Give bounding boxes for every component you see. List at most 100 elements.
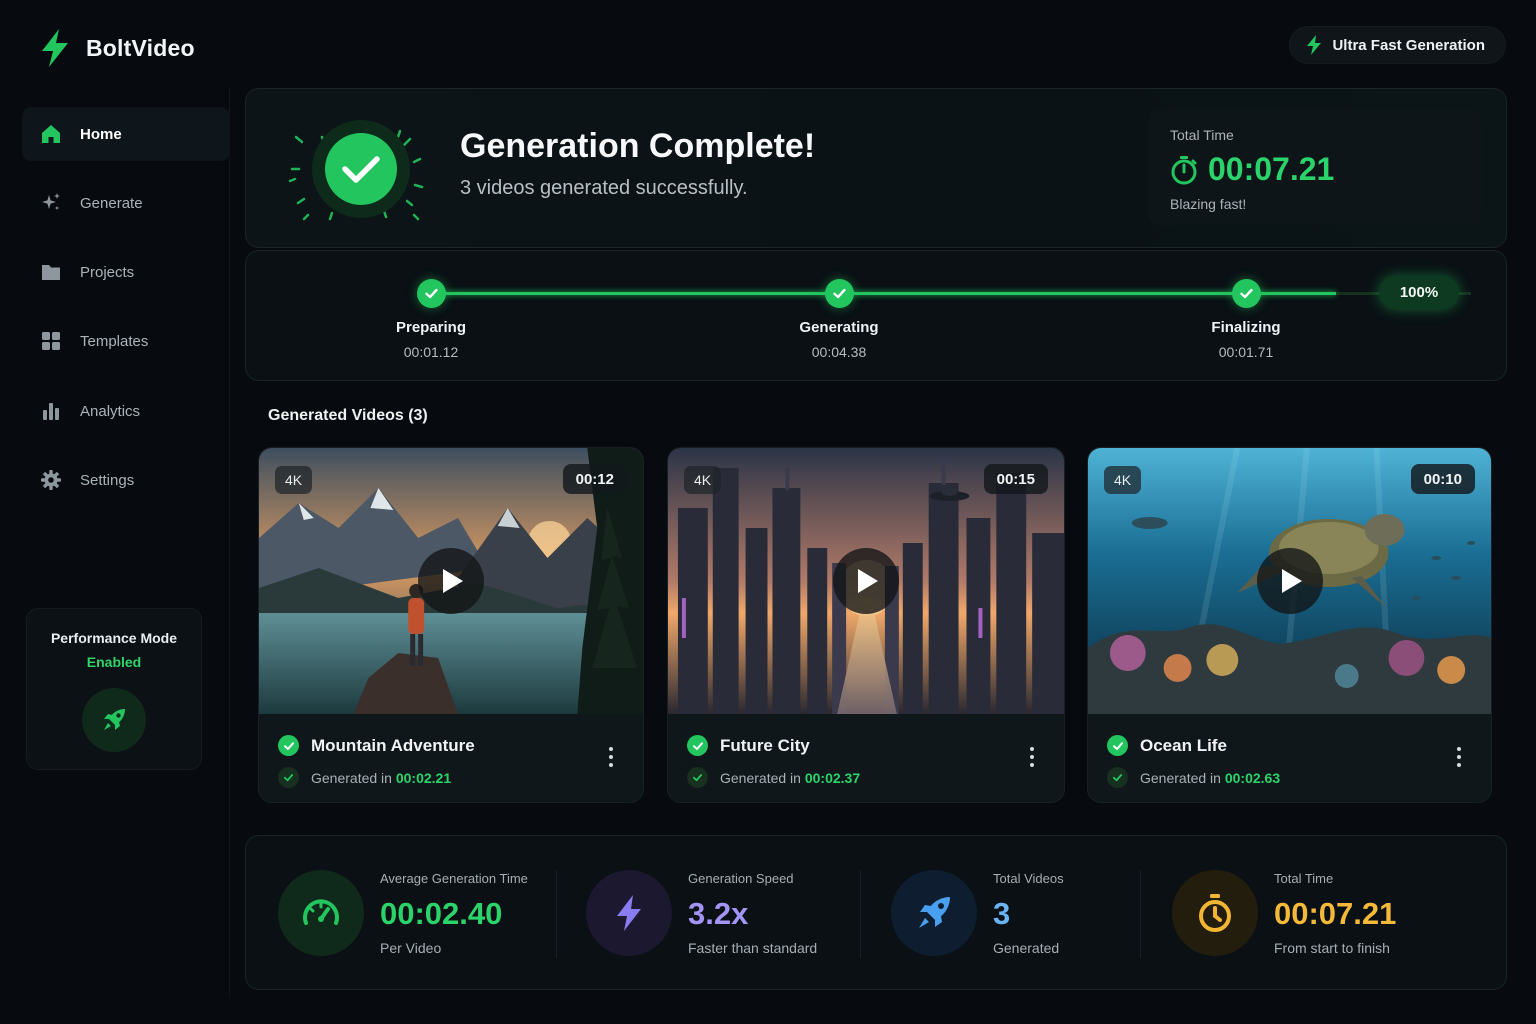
divider [1140,870,1141,958]
generated-label: Generated in [1140,769,1221,786]
video-title: Ocean Life [1140,735,1227,755]
divider [556,870,557,958]
total-time-value: 00:07.21 [1208,151,1335,187]
success-check-icon [278,735,299,756]
generated-label: Generated in [720,769,801,786]
generated-time: 00:02.21 [395,769,452,786]
bolt-icon [1307,35,1322,55]
play-button[interactable] [1256,548,1323,614]
step-time: 00:04.38 [811,344,867,360]
play-icon [443,569,463,593]
check-icon [832,288,846,299]
bolt-icon [617,895,641,931]
resolution-badge: 4K [684,466,722,494]
generated-videos-heading: Generated Videos (3) [268,407,428,424]
stat-icon-bg [891,870,977,956]
play-button[interactable] [833,548,899,614]
sidebar-item-label: Settings [80,471,135,489]
sparkle-icon [42,193,60,210]
stat-label: Total Time [1274,871,1334,886]
stat-note: Generated [993,940,1060,956]
bolt-logo-icon [42,29,68,67]
total-time-note: Blazing fast! [1170,196,1247,212]
video-card-mountain[interactable]: 4K 00:12 Mountain Adventure Generated in… [258,447,644,803]
total-time-panel: Total Time 00:07.21 Blazing fast! [1148,109,1482,225]
stat-icon-bg [586,870,672,956]
stat-value: 3.2x [688,896,749,931]
play-icon [1281,569,1302,593]
generation-progress: Preparing 00:01.12 Generating 00:04.38 F… [245,250,1507,381]
step-name: Generating [799,319,879,336]
generated-time: 00:02.63 [1224,769,1281,786]
rocket-icon [919,897,950,928]
sidebar-item-label: Analytics [80,402,141,420]
generated-time: 00:02.37 [804,769,861,786]
rocket-icon [104,709,125,730]
performance-mode-title: Performance Mode [50,630,178,646]
video-card-future-city[interactable]: 4K 00:15 Future City Generated in 00:02.… [667,447,1065,803]
step-time: 00:01.12 [403,344,459,360]
stat-label: Total Videos [993,871,1064,886]
speedometer-icon [303,899,339,925]
bar-chart-icon [43,403,59,420]
home-icon [42,125,60,143]
divider [860,870,861,958]
check-icon [687,767,708,788]
sidebar-item-projects[interactable]: Projects [22,245,230,299]
stats-bar: Average Generation Time 00:02.40 Per Vid… [245,835,1507,990]
check-icon [278,767,299,788]
step-generating: Generating 00:04.38 [759,279,919,360]
step-check [416,279,446,308]
step-finalizing: Finalizing 00:01.71 [1166,279,1326,360]
folder-icon [42,265,60,280]
stat-note: Per Video [380,940,442,956]
check-icon [424,288,438,299]
video-thumbnail[interactable]: 4K 00:10 [1088,448,1491,714]
duration-badge: 00:10 [1410,464,1475,494]
resolution-badge: 4K [1104,466,1142,494]
badge-label: Ultra Fast Generation [1332,36,1485,54]
step-name: Preparing [395,319,467,336]
video-title: Mountain Adventure [311,735,475,755]
play-button[interactable] [418,548,484,614]
success-check-icon [1107,735,1128,756]
page-title: Generation Complete! [460,127,816,165]
stat-value: 00:07.21 [1274,896,1397,931]
total-time-label: Total Time [1170,127,1234,143]
video-thumbnail[interactable]: 4K 00:12 [259,448,643,714]
video-thumbnail[interactable]: 4K 00:15 [668,448,1064,714]
resolution-badge: 4K [275,466,313,494]
step-preparing: Preparing 00:01.12 [351,279,511,360]
app-logo[interactable]: BoltVideo [38,28,195,68]
sidebar-item-templates[interactable]: Templates [22,314,230,368]
play-icon [858,569,878,593]
stat-icon-bg [1172,870,1258,956]
video-title: Future City [720,735,810,755]
sidebar-item-home[interactable]: Home [22,107,230,161]
step-time: 00:01.71 [1218,344,1274,360]
sidebar-item-generate[interactable]: Generate [22,176,230,230]
sidebar-item-label: Home [80,125,122,143]
stat-label: Generation Speed [688,871,794,886]
check-icon [1239,288,1253,299]
more-options-icon[interactable] [601,745,621,769]
step-name: Finalizing [1211,319,1281,336]
video-card-ocean-life[interactable]: 4K 00:10 Ocean Life Generated in 00:02.6… [1087,447,1492,803]
check-icon [1107,767,1128,788]
progress-percent-badge: 100% [1379,276,1459,309]
performance-mode-card[interactable]: Performance Mode Enabled [26,608,202,770]
more-options-icon[interactable] [1449,745,1469,769]
step-check [1231,279,1261,308]
duration-badge: 00:15 [983,464,1048,494]
ultra-fast-badge: Ultra Fast Generation [1289,26,1506,64]
sidebar-item-settings[interactable]: Settings [22,453,230,507]
generation-complete-banner: Generation Complete! 3 videos generated … [245,88,1507,248]
more-options-icon[interactable] [1022,745,1042,769]
generated-label: Generated in [311,769,392,786]
sidebar-item-analytics[interactable]: Analytics [22,384,230,438]
sidebar-item-label: Projects [80,263,135,281]
success-check-icon [288,120,424,221]
stopwatch-icon [1171,155,1197,184]
grid-icon [42,332,60,350]
app-name: BoltVideo [86,34,195,61]
